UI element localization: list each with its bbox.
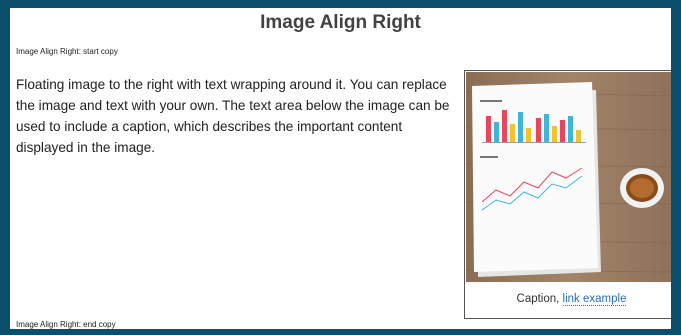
image-figure: Caption, link example: [464, 70, 671, 319]
image-caption: Caption, link example: [465, 293, 671, 306]
start-copy-marker: Image Align Right: start copy: [16, 47, 118, 56]
end-copy-marker: Image Align Right: end copy: [16, 320, 116, 329]
content-frame: Image Align Right Image Align Right: sta…: [0, 0, 681, 335]
content-panel: Image Align Right Image Align Right: sta…: [10, 8, 671, 329]
caption-link[interactable]: link example: [562, 293, 627, 306]
body-paragraph: Floating image to the right with text wr…: [16, 77, 450, 155]
caption-text: Caption,: [516, 293, 563, 305]
page-title: Image Align Right: [260, 12, 421, 33]
chart-photo: [466, 72, 671, 282]
